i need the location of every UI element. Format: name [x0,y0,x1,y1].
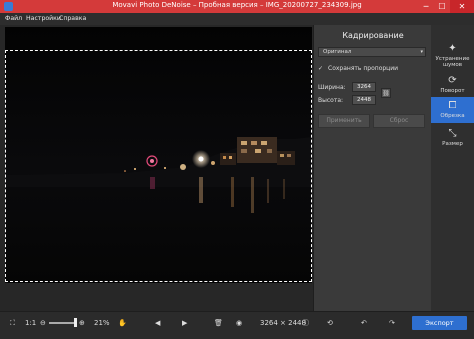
height-input[interactable]: 2448 [352,95,376,105]
chevron-down-icon: ▾ [420,49,423,55]
tool-label: Обрезка [440,113,465,119]
image-dimensions: 3264 × 2448 [260,319,306,327]
minimize-icon[interactable]: ─ [418,0,434,13]
tool-label: Размер [442,141,463,147]
reset-button[interactable]: Сброс [373,114,425,128]
crop-icon: ⧠ [448,100,457,111]
actual-size-button[interactable]: 1:1 [25,318,36,328]
export-button[interactable]: Экспорт [412,316,467,330]
zoom-slider-handle[interactable] [74,318,77,327]
menu-help[interactable]: Справка [59,15,86,22]
keep-ratio-checkbox[interactable]: ✓ Сохранять пропорции [318,65,398,72]
tool-denoise[interactable]: ✦ Устранение шумов [431,40,474,72]
width-label: Ширина: [318,84,346,91]
fit-screen-icon[interactable]: ⛶ [10,318,15,328]
keep-ratio-label: Сохранять пропорции [328,65,399,72]
reset-all-icon[interactable]: ⟲ [327,318,333,328]
delete-icon[interactable]: 🗑 [214,318,223,328]
check-icon: ✓ [318,65,324,72]
zoom-in-icon[interactable]: ⊕ [79,318,85,328]
chain-link-icon[interactable]: ⛓ [381,88,391,98]
close-icon[interactable]: ✕ [450,0,474,13]
tool-label: Устранение шумов [435,56,470,68]
denoise-icon: ✦ [448,43,457,54]
undo-icon[interactable]: ↶ [361,318,367,328]
tool-label: Поворот [440,88,465,94]
hand-tool-icon[interactable]: ✋ [118,318,127,328]
info-icon[interactable]: ⓘ [302,318,309,328]
height-label: Высота: [318,97,344,104]
preset-value: Оригинал [323,49,352,55]
previous-image-icon[interactable]: ◀ [155,318,160,328]
width-input[interactable]: 3264 [352,82,376,92]
resize-icon: ⤡ [448,128,457,139]
menu-settings[interactable]: Настройки [26,15,61,22]
tool-resize[interactable]: ⤡ Размер [431,125,474,153]
tool-rotate[interactable]: ⟳ Поворот [431,72,474,96]
crop-frame[interactable] [5,50,312,282]
apply-button[interactable]: Применить [318,114,370,128]
next-image-icon[interactable]: ▶ [182,318,187,328]
preview-eye-icon[interactable]: ◉ [236,318,242,328]
zoom-slider[interactable] [49,322,77,324]
tool-crop[interactable]: ⧠ Обрезка [431,97,474,123]
menu-file[interactable]: Файл [5,15,22,22]
window-title: Movavi Photo DeNoise – Пробная версия – … [112,1,362,9]
panel-title: Кадрирование [342,31,404,40]
title-bar: Movavi Photo DeNoise – Пробная версия – … [0,0,474,13]
rotate-icon: ⟳ [448,75,457,86]
menu-bar: Файл Настройки Справка [0,13,474,25]
maximize-icon[interactable]: ☐ [434,0,450,13]
zoom-out-icon[interactable]: ⊖ [40,318,46,328]
redo-icon[interactable]: ↷ [389,318,395,328]
zoom-level: 21% [94,319,110,327]
aspect-preset-select[interactable]: Оригинал ▾ [318,47,426,57]
